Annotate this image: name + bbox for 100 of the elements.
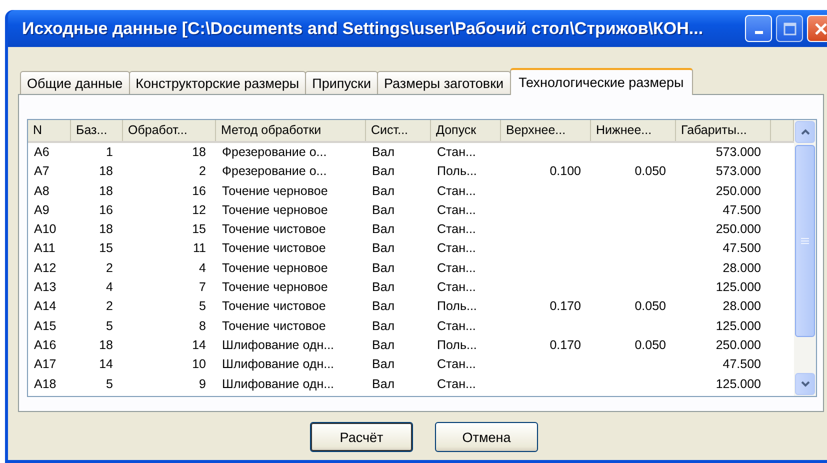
table-cell-text: 250.000	[714, 221, 762, 238]
table-cell-text: A8	[33, 182, 50, 200]
table-cell-text: 18	[98, 336, 114, 354]
table-cell-text: Стан...	[436, 376, 477, 393]
table-cell-text: 14	[191, 336, 207, 354]
table-cell-text: Вал	[371, 298, 396, 316]
tab[interactable]: Общие данные	[20, 71, 130, 94]
table-cell-text: 125.000	[714, 318, 762, 335]
table-cell-text: Стан...	[436, 318, 477, 335]
table-cell-text: Точение чистовое	[221, 240, 327, 258]
table-cell-text: Вал	[371, 144, 396, 161]
table-cell-text: 47.500	[722, 202, 762, 219]
table-cell-text: 9	[198, 376, 207, 393]
table-cell-text: Вал	[371, 356, 396, 374]
tab[interactable]: Технологические размеры	[510, 68, 693, 95]
column-header[interactable]: N	[28, 120, 71, 141]
column-header[interactable]: Метод обработки	[216, 120, 366, 141]
maximize-icon	[782, 22, 796, 36]
table-cell-text: 28.000	[722, 260, 762, 277]
table-cell-text: 18	[98, 221, 114, 238]
table-cell-text: 18	[98, 182, 114, 200]
column-header[interactable]: Сист...	[366, 120, 431, 141]
column-header[interactable]: Габариты...	[676, 120, 771, 141]
table-cell-text: Стан...	[436, 144, 477, 161]
table-cell-text: 11	[192, 240, 207, 258]
table-cell-text: 5	[198, 298, 207, 316]
dialog-button[interactable]: Расчёт	[310, 422, 413, 452]
table-cell-text: Фрезерование о...	[221, 144, 328, 161]
table-cell-text: 2	[105, 260, 114, 277]
close-button[interactable]	[807, 15, 827, 42]
dialog-button[interactable]: Отмена	[435, 422, 538, 452]
table-cell-text: 0.050	[634, 336, 667, 354]
table-cell-text: A17	[33, 356, 58, 374]
table-cell-text: Шлифование одн...	[221, 356, 336, 374]
table-cell-text: A7	[33, 163, 50, 180]
table-cell-text: Вал	[371, 260, 396, 277]
table-cell-text: 18	[98, 163, 114, 180]
table-cell-text: 16	[191, 182, 207, 200]
table-cell-text: 15	[98, 240, 114, 258]
table-cell-text: Стан...	[436, 279, 477, 296]
table-cell-text: 47.500	[722, 240, 762, 258]
table-cell-text: 14	[98, 356, 114, 374]
table-cell-text: A11	[33, 240, 56, 258]
table-cell-text: A13	[33, 279, 58, 296]
table-cell-text: A10	[33, 221, 58, 238]
table-cell-text: 15	[191, 221, 207, 238]
table-cell-text: A6	[33, 144, 50, 161]
table-cell-text: 4	[198, 260, 207, 277]
column-header[interactable]: Верхнее...	[501, 120, 591, 141]
table-cell-text: Вал	[371, 376, 396, 393]
table-cell-text: 2	[198, 163, 207, 180]
scroll-thumb[interactable]	[795, 145, 815, 337]
table-cell-text: Точение чистовое	[221, 221, 327, 238]
close-icon	[814, 22, 827, 36]
table-cell-text: 16	[98, 202, 114, 219]
table-cell-text: 0.050	[634, 298, 667, 316]
table-cell-text: 7	[198, 279, 207, 296]
column-header[interactable]: Нижнее...	[591, 120, 676, 141]
table-cell-text: 125.000	[714, 279, 762, 296]
table-cell-text: Поль...	[436, 336, 478, 354]
table-cell-text: Шлифование одн...	[221, 336, 336, 354]
table-cell-text: A18	[33, 376, 58, 393]
table-cell-text: Точение черновое	[221, 260, 329, 277]
table-cell-text: 47.500	[722, 356, 762, 374]
table-cell-text: Точение чистовое	[221, 298, 327, 316]
table-cell-text: Вал	[371, 336, 396, 354]
table-cell-text: 5	[105, 318, 114, 335]
table-cell-text: Поль...	[436, 163, 478, 180]
table-cell-text: Вал	[371, 318, 396, 335]
table-cell-text: 1	[105, 144, 114, 161]
table-cell-text: 10	[191, 356, 207, 374]
column-header[interactable]: Баз...	[71, 120, 123, 141]
table-cell-text: Точение черновое	[221, 202, 329, 219]
table-cell-text: 5	[105, 376, 114, 393]
table-cell-text: 2	[105, 298, 114, 316]
tab[interactable]: Размеры заготовки	[377, 71, 511, 94]
table-cell-text: Поль...	[436, 298, 478, 316]
maximize-button[interactable]	[776, 15, 803, 42]
scrollbar[interactable]	[794, 120, 816, 396]
tab[interactable]: Припуски	[305, 71, 378, 94]
tab[interactable]: Конструкторские размеры	[128, 71, 306, 94]
table-cell-text: Точение чистовое	[221, 318, 327, 335]
table-cell-text: 250.000	[714, 336, 762, 354]
column-header[interactable]: Допуск	[431, 120, 501, 141]
table-cell-text: Шлифование одн...	[221, 376, 336, 393]
table-cell-text: 4	[105, 279, 114, 296]
table-cell-text: Стан...	[436, 221, 477, 238]
table-cell-text: 250.000	[714, 182, 762, 200]
table-cell-text: Вал	[371, 221, 396, 238]
table-cell-text: A9	[33, 202, 50, 219]
table-cell-text: Стан...	[436, 182, 477, 200]
table-cell-text: Точение черновое	[221, 182, 329, 200]
table-cell-text: 12	[191, 202, 207, 219]
minimize-button[interactable]	[745, 15, 772, 42]
minimize-icon	[754, 31, 762, 34]
table-cell-text: 0.170	[548, 336, 582, 354]
table-cell-text: Вал	[371, 279, 396, 296]
table-cell-text: A12	[33, 260, 58, 277]
column-header[interactable]: Обработ...	[123, 120, 216, 141]
table-cell-text: Вал	[371, 182, 396, 200]
